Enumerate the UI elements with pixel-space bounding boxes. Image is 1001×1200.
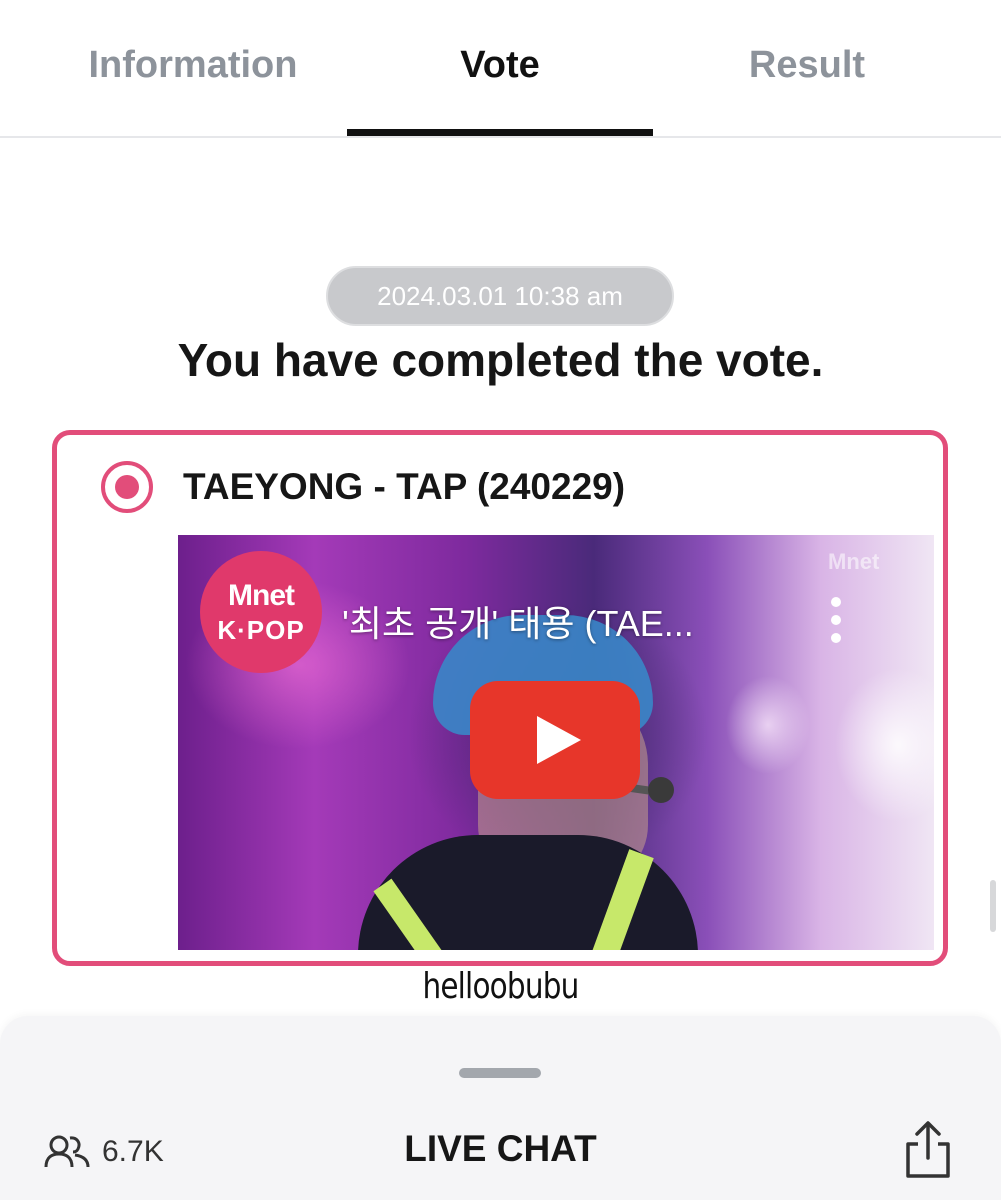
- tab-bar: Information Vote Result: [0, 0, 1001, 138]
- vote-timestamp-badge: 2024.03.01 10:38 am: [326, 266, 674, 326]
- live-chat-sheet: 6.7K LIVE CHAT: [0, 1016, 1001, 1200]
- radio-dot: [115, 475, 139, 499]
- vote-option-title: TAEYONG - TAP (240229): [183, 466, 626, 507]
- tab-result[interactable]: Result: [654, 0, 960, 136]
- vote-completed-message: You have completed the vote.: [177, 334, 824, 386]
- users-icon: [44, 1135, 90, 1168]
- viewer-count-value: 6.7K: [102, 1135, 164, 1168]
- live-chat-button[interactable]: LIVE CHAT: [404, 1128, 597, 1169]
- scrollbar[interactable]: [990, 880, 996, 932]
- overlay-username: helloobubu: [422, 966, 579, 1007]
- channel-logo-text: Mnet: [228, 579, 295, 612]
- tab-vote[interactable]: Vote: [347, 0, 653, 136]
- channel-avatar[interactable]: Mnet K·POP: [200, 551, 322, 673]
- video-watermark: Mnet: [828, 549, 880, 574]
- active-tab-indicator: [347, 129, 653, 136]
- video-thumbnail[interactable]: Mnet Mnet K·POP '최초 공개' 태용 (TAE...: [178, 535, 934, 950]
- radio-selected-icon[interactable]: [101, 461, 153, 513]
- share-icon[interactable]: [902, 1120, 954, 1180]
- vote-page: Information Vote Result 2024.03.01 10:38…: [0, 0, 1001, 1200]
- channel-logo-subtext: K·POP: [217, 615, 305, 645]
- viewer-count: 6.7K: [44, 1132, 164, 1172]
- thumbnail-microphone-head: [648, 777, 674, 803]
- play-button[interactable]: [470, 681, 640, 799]
- more-vertical-icon[interactable]: [824, 597, 848, 643]
- sheet-drag-handle[interactable]: [459, 1068, 541, 1078]
- selected-vote-option-card[interactable]: TAEYONG - TAP (240229) Mnet Mnet K·POP '…: [52, 430, 948, 966]
- play-icon: [537, 716, 581, 764]
- video-title[interactable]: '최초 공개' 태용 (TAE...: [342, 595, 762, 647]
- tab-information[interactable]: Information: [40, 0, 346, 136]
